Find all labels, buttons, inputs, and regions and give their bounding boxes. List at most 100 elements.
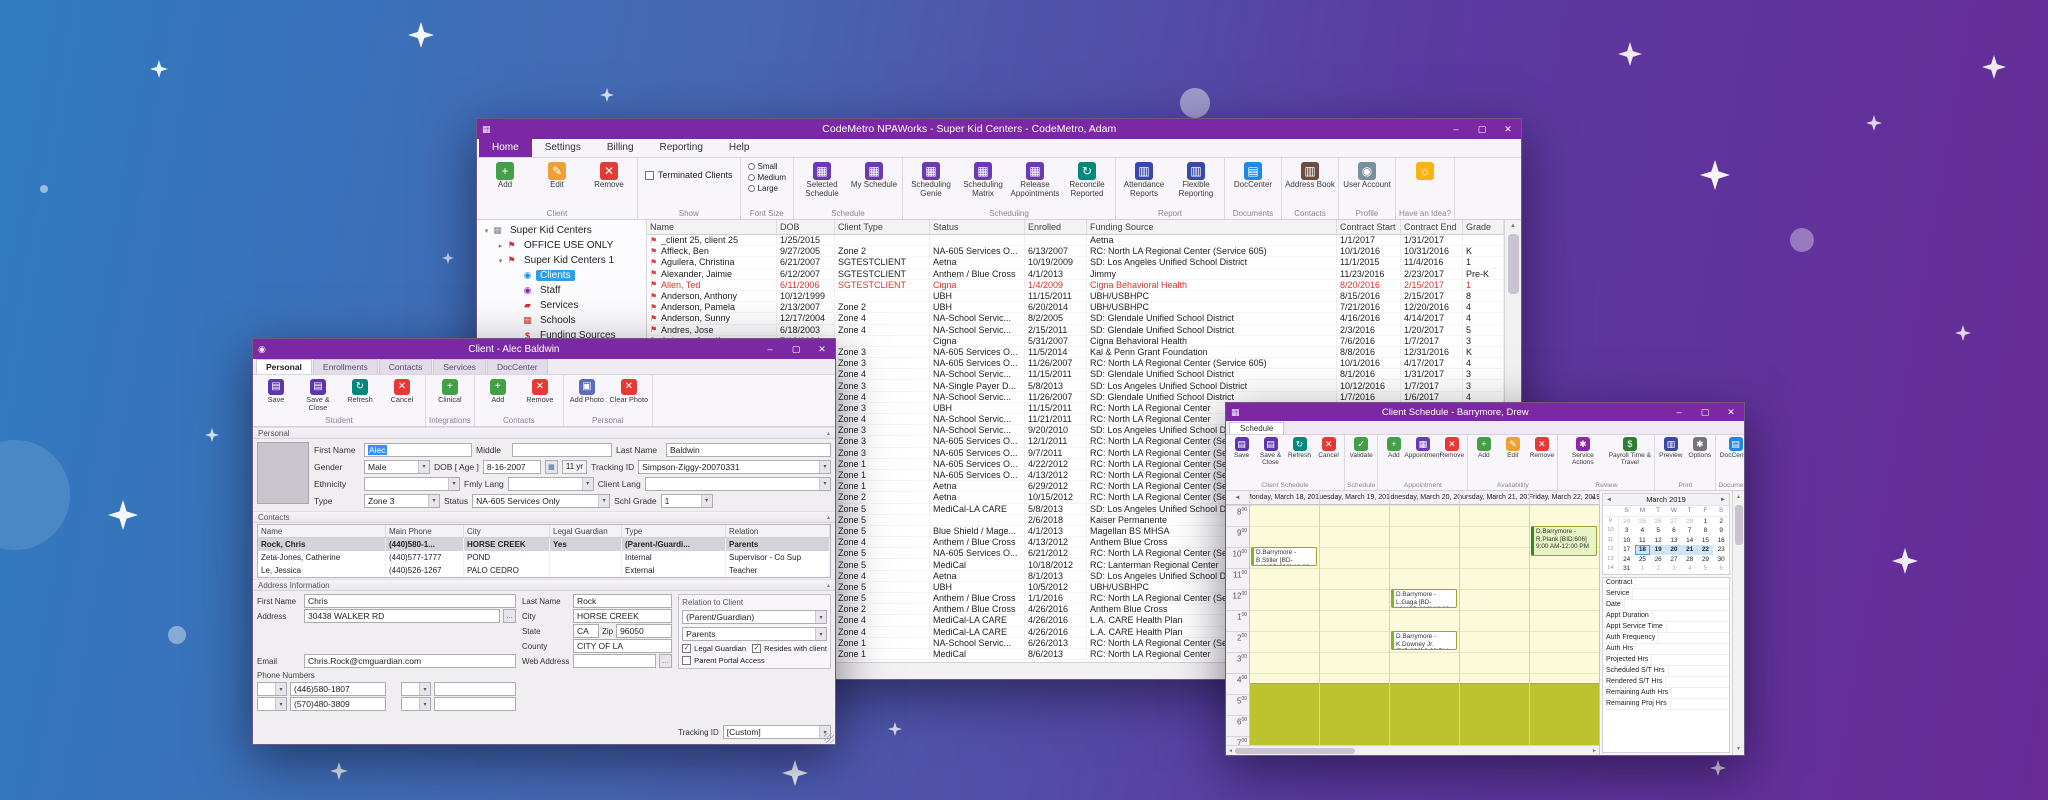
ribbon-button[interactable]: ✕ Cancel (382, 377, 422, 404)
phone-type-select[interactable]: ▾ (257, 682, 287, 696)
schedule-title-bar[interactable]: ▦ Client Schedule - Barrymore, Drew – ▢ … (1226, 403, 1744, 421)
horizontal-scrollbar[interactable]: ◄ ► (1226, 745, 1599, 755)
day-header[interactable]: Thursday, March 21, 2019 (1460, 491, 1530, 504)
mini-calendar-day[interactable]: 26 (1650, 517, 1666, 527)
column-header[interactable]: City (464, 525, 550, 537)
schedule-tab[interactable]: Schedule (1229, 422, 1284, 434)
close-button[interactable]: ✕ (1495, 119, 1521, 139)
address-field[interactable]: 30438 WALKER RD (304, 609, 500, 623)
ribbon-button[interactable]: ▤ DocCenter (1228, 160, 1278, 190)
client-row[interactable]: ⚑Allen, Ted 6/11/2006 SGTESTCLIENT Cigna… (647, 280, 1504, 291)
contacts-section-header[interactable]: Contacts ▴ (253, 511, 835, 523)
minimize-button[interactable]: – (757, 339, 783, 359)
mini-calendar-day[interactable]: 31 (1619, 564, 1635, 574)
mini-calendar-day[interactable]: 15 (1698, 536, 1714, 546)
schedule-day-column[interactable]: D.Barrymore - L.Gaga [BD-LAUSD:606] 12:0… (1390, 505, 1460, 745)
address-section-header[interactable]: Address Information ▴ (253, 579, 835, 591)
parent-portal-access-checkbox[interactable]: Parent Portal Access (682, 656, 827, 665)
menu-tab[interactable]: Reporting (647, 139, 716, 157)
status-select[interactable]: NA-605 Services Only▾ (472, 494, 610, 508)
custom-tracking-select[interactable]: [Custom]▾ (723, 725, 831, 739)
ribbon-button[interactable]: ▤ Save & Close (1257, 436, 1284, 467)
tracking-id-select[interactable]: Simpson-Ziggy-20070331▾ (638, 460, 831, 474)
mini-calendar-day[interactable]: 17 (1619, 545, 1635, 555)
ethnicity-select[interactable]: ▾ (364, 477, 460, 491)
ribbon-button[interactable]: ▤ DocCenter (1722, 436, 1744, 459)
mini-calendar-day[interactable]: 12 (1603, 545, 1619, 555)
gender-select[interactable]: Male▾ (364, 460, 430, 474)
ribbon-button[interactable]: + Add (480, 160, 530, 190)
phone-field[interactable] (434, 682, 516, 696)
tree-item[interactable]: ◉ Staff (477, 283, 646, 298)
ribbon-button[interactable]: ✕ Remove (520, 377, 560, 404)
prev-week-icon[interactable]: ◄ (1235, 495, 1241, 501)
mini-calendar-day[interactable]: 7 (1682, 526, 1698, 536)
mini-calendar-day[interactable]: 5 (1650, 526, 1666, 536)
mini-calendar-day[interactable]: 14 (1682, 536, 1698, 546)
ribbon-button[interactable]: ↻ Refresh (1286, 436, 1313, 459)
next-month-icon[interactable]: ► (1720, 497, 1726, 503)
scroll-up-icon[interactable]: ▲ (1736, 491, 1741, 503)
mini-calendar-day[interactable]: 22 (1698, 545, 1714, 555)
legal-guardian-checkbox[interactable]: ✓ Legal Guardian (682, 644, 746, 653)
mini-calendar-day[interactable]: 29 (1698, 555, 1714, 565)
ribbon-button[interactable]: ↻ Refresh (340, 377, 380, 404)
calendar-event[interactable]: D.Barrymore - B.Stiller [BD-LAUSD:606] 1… (1251, 547, 1317, 566)
day-header[interactable]: Tuesday, March 19, 2019 (1320, 491, 1390, 504)
maximize-button[interactable]: ▢ (1469, 119, 1495, 139)
phone-field[interactable]: (570)480-3809 (290, 697, 386, 711)
sub-relation-select[interactable]: Parents▾ (682, 627, 827, 641)
mini-calendar-day[interactable]: 26 (1650, 555, 1666, 565)
column-header[interactable]: Enrolled (1025, 220, 1087, 234)
scrollbar-thumb[interactable] (1735, 505, 1743, 545)
column-header[interactable]: Relation (726, 525, 830, 537)
minimize-button[interactable]: – (1443, 119, 1469, 139)
font-size-option[interactable]: Large (748, 184, 786, 193)
ribbon-button[interactable]: ✕ Remove (1528, 436, 1555, 459)
menu-tab[interactable]: Settings (532, 139, 594, 157)
schedule-scrollbar[interactable]: ▲ ▼ (1732, 491, 1744, 755)
terminated-clients-checkbox[interactable]: Terminated Clients (641, 160, 737, 180)
column-header[interactable]: Client Type (835, 220, 930, 234)
client-row[interactable]: ⚑Anderson, Anthony 10/12/1999 UBH 11/15/… (647, 291, 1504, 302)
email-field[interactable]: Chris.Rock@cmguardian.com (304, 654, 516, 668)
maximize-button[interactable]: ▢ (1692, 403, 1718, 421)
mini-calendar-day[interactable]: 20 (1666, 545, 1682, 555)
city-field[interactable]: HORSE CREEK (573, 609, 672, 623)
collapse-icon[interactable]: ▴ (827, 430, 830, 437)
collapse-icon[interactable]: ▴ (827, 582, 830, 589)
personal-section-header[interactable]: Personal ▴ (253, 427, 835, 439)
menu-tab[interactable]: Billing (594, 139, 647, 157)
client-language-select[interactable]: ▾ (645, 477, 831, 491)
mini-calendar-day[interactable]: 12 (1650, 536, 1666, 546)
relation-select[interactable]: (Parent/Guardian)▾ (682, 610, 827, 624)
next-week-icon[interactable]: ► (1591, 495, 1597, 501)
ribbon-button[interactable]: ☼ (1400, 160, 1450, 181)
mini-calendar-day[interactable]: 27 (1666, 555, 1682, 565)
calendar-event[interactable]: D.Barrymore - R.Plank [BID:606] 9:00 AM-… (1531, 526, 1597, 556)
prev-month-icon[interactable]: ◄ (1606, 497, 1612, 503)
maximize-button[interactable]: ▢ (783, 339, 809, 359)
column-header[interactable]: Grade (1463, 220, 1504, 234)
ribbon-button[interactable]: ✓ Validate (1348, 436, 1375, 459)
middle-name-field[interactable] (512, 443, 612, 457)
mini-calendar-day[interactable]: 10 (1603, 526, 1619, 536)
web-address-field[interactable] (573, 654, 656, 668)
column-header[interactable]: DOB (777, 220, 835, 234)
font-size-option[interactable]: Small (748, 162, 786, 171)
ribbon-button[interactable]: ◉ User Account (1342, 160, 1392, 190)
client-row[interactable]: ⚑Anderson, Pamela 2/13/2007 Zone 2 UBH 6… (647, 302, 1504, 313)
last-name-field[interactable]: Baldwin (666, 443, 831, 457)
mini-calendar-day[interactable]: 11 (1603, 536, 1619, 546)
county-field[interactable]: CITY OF LA (573, 639, 672, 653)
mini-calendar-day[interactable]: 3 (1619, 526, 1635, 536)
client-row[interactable]: ⚑Affleck, Ben 9/27/2005 Zone 2 NA-605 Se… (647, 246, 1504, 257)
phone-field[interactable] (434, 697, 516, 711)
scroll-left-icon[interactable]: ◄ (1228, 748, 1233, 754)
ribbon-button[interactable]: ▥ Address Book (1285, 160, 1335, 190)
mini-calendar-day[interactable]: 28 (1682, 555, 1698, 565)
ribbon-button[interactable]: ✱ Service Actions (1560, 436, 1605, 467)
collapse-icon[interactable]: ▴ (827, 514, 830, 521)
mini-calendar-day[interactable]: 8 (1698, 526, 1714, 536)
ribbon-button[interactable]: ▤ Save & Close (298, 377, 338, 412)
